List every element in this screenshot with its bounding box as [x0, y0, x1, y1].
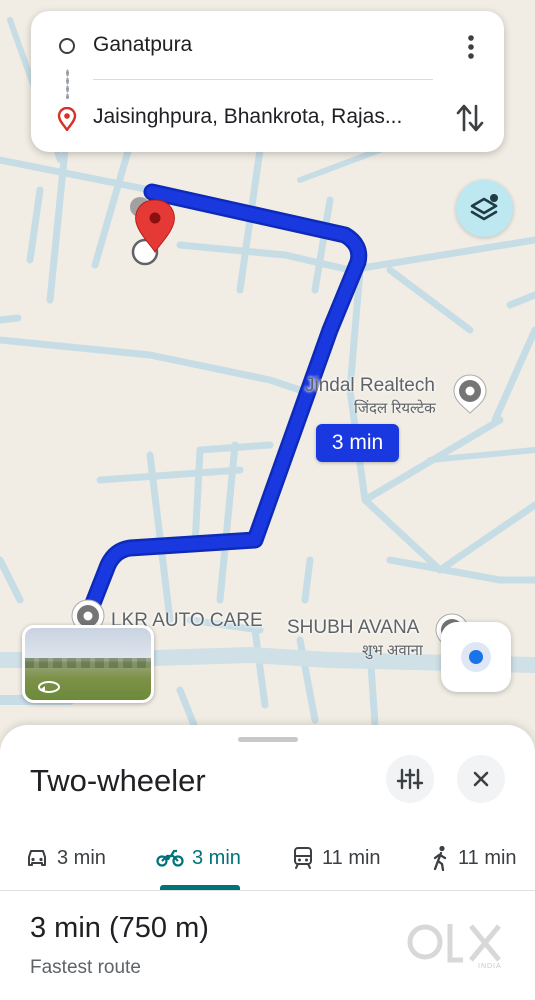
poi-jindal-realtech-subtitle: जिंदल रियल्टेक — [354, 400, 436, 417]
destination-pin-icon — [57, 107, 77, 131]
travel-mode-title: Two-wheeler — [30, 763, 206, 798]
directions-card: Ganatpura Jaisinghpura, Bhankrota, Rajas… — [31, 11, 504, 152]
route-eta-label[interactable]: 3 min — [316, 424, 399, 462]
layers-button[interactable] — [456, 180, 513, 237]
tab-walk-label: 11 min — [458, 846, 517, 869]
street-view-360-icon — [38, 681, 60, 693]
tab-drive-label: 3 min — [57, 846, 106, 869]
transit-icon — [294, 847, 312, 869]
tab-two-wheeler-label: 3 min — [192, 846, 241, 869]
tab-two-wheeler[interactable]: 3 min — [156, 842, 241, 874]
olx-watermark-logo — [407, 924, 501, 963]
swap-icon[interactable] — [455, 101, 485, 135]
tune-icon — [396, 768, 424, 790]
route-description: Fastest route — [30, 957, 141, 978]
poi-shubh-avana[interactable]: SHUBH AVANA — [287, 617, 419, 639]
field-divider — [93, 79, 433, 80]
car-icon — [28, 850, 46, 866]
layers-icon — [470, 194, 498, 221]
street-view-thumbnail[interactable] — [22, 625, 154, 703]
route-dots-connector — [66, 69, 69, 99]
walk-icon — [433, 845, 447, 871]
close-icon — [473, 771, 489, 787]
route-options-button[interactable] — [386, 755, 434, 803]
motorcycle-icon — [156, 849, 184, 867]
poi-jindal-realtech[interactable]: Jindal Realtech — [305, 375, 435, 397]
thumbnail-trees — [25, 658, 151, 668]
origin-field[interactable]: Ganatpura — [93, 33, 192, 57]
origin-circle-icon — [59, 38, 75, 54]
map-view[interactable]: Jindal Realtech जिंदल रियल्टेक LKR AUTO … — [0, 0, 535, 740]
map-pin-icon[interactable] — [452, 373, 488, 420]
my-location-icon — [461, 642, 491, 672]
travel-mode-tabs: 3 min 3 min 11 min 11 min — [0, 830, 535, 890]
more-options-icon[interactable] — [459, 33, 483, 61]
tab-transit-label: 11 min — [322, 846, 381, 869]
tab-transit[interactable]: 11 min — [292, 842, 381, 874]
close-button[interactable] — [457, 755, 505, 803]
tab-walk[interactable]: 11 min — [430, 842, 517, 874]
bottom-sheet: Two-wheeler 3 min 3 min 11 min 11 min 3 … — [0, 725, 535, 1000]
sheet-drag-handle[interactable] — [238, 737, 298, 742]
tabs-divider — [0, 890, 535, 891]
route-summary[interactable]: 3 min (750 m) — [30, 912, 209, 945]
tab-drive[interactable]: 3 min — [25, 842, 106, 874]
my-location-button[interactable] — [441, 622, 511, 692]
olx-watermark-sub: INDIA — [478, 963, 502, 970]
poi-shubh-avana-subtitle: शुभ अवाना — [362, 642, 423, 659]
destination-field[interactable]: Jaisinghpura, Bhankrota, Rajas... — [93, 105, 402, 129]
